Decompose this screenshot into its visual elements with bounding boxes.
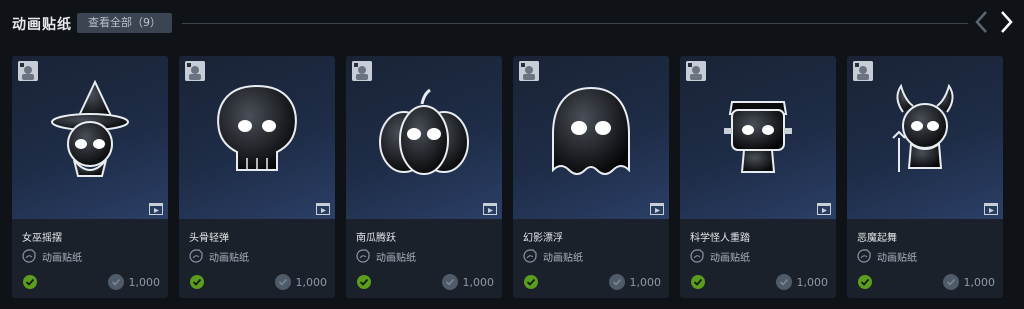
sticker-name: 头骨轻弹: [189, 233, 229, 244]
avatar-badge-icon: [18, 61, 38, 81]
sticker-preview: [847, 56, 1003, 219]
points-coin-icon: [942, 274, 959, 290]
owned-check-icon: [691, 275, 705, 289]
price: 1,000: [942, 274, 996, 290]
sticker-card[interactable]: 头骨轻弹 动画贴纸 1,000: [179, 56, 335, 298]
points-coin-icon: [608, 274, 625, 290]
avatar-badge-icon: [185, 61, 205, 81]
sticker-preview: [179, 56, 335, 219]
avatar-badge-icon: [686, 61, 706, 81]
points-coin-icon: [107, 274, 124, 290]
video-icon: [817, 203, 831, 215]
price: 1,000: [107, 274, 161, 290]
sticker-type-label: 动画贴纸: [710, 252, 750, 264]
sticker-type-label: 动画贴纸: [209, 252, 249, 264]
sticker-type: 动画贴纸: [356, 249, 416, 264]
sticker-preview: [12, 56, 168, 219]
section-title: 动画贴纸: [12, 17, 72, 33]
sticker-preview: [680, 56, 836, 219]
sticker-type-label: 动画贴纸: [376, 252, 416, 264]
sticker-preview: [346, 56, 502, 219]
price-value: 1,000: [796, 275, 829, 289]
price-value: 1,000: [963, 275, 996, 289]
price: 1,000: [608, 274, 662, 290]
devil-sticker-icon: [892, 83, 954, 172]
price: 1,000: [775, 274, 829, 290]
sticker-type: 动画贴纸: [523, 249, 583, 264]
animated-sticker-icon: [690, 249, 704, 263]
price-value: 1,000: [128, 275, 161, 289]
owned-check-icon: [357, 275, 371, 289]
price: 1,000: [441, 274, 495, 290]
avatar-badge-icon: [853, 61, 873, 81]
witch-sticker-icon: [51, 79, 129, 177]
sticker-type-label: 动画贴纸: [42, 252, 82, 264]
price-value: 1,000: [295, 275, 328, 289]
owned-check-icon: [858, 275, 872, 289]
avatar-badge-icon: [519, 61, 539, 81]
sticker-name: 幻影漂浮: [523, 233, 563, 244]
sticker-type-label: 动画贴纸: [877, 252, 917, 264]
chevron-right-icon: [1001, 11, 1013, 33]
view-all-button[interactable]: 查看全部（9）: [77, 13, 172, 33]
price-value: 1,000: [629, 275, 662, 289]
video-icon: [316, 203, 330, 215]
chevron-left-icon: [975, 11, 987, 33]
sticker-preview: [513, 56, 669, 219]
next-page-button[interactable]: [996, 8, 1016, 36]
header-divider: [182, 23, 968, 24]
sticker-name: 科学怪人重踏: [690, 233, 750, 244]
pumpkin-sticker-icon: [379, 88, 469, 175]
owned-check-icon: [23, 275, 37, 289]
sticker-card[interactable]: 女巫摇摆 动画贴纸 1,000: [12, 56, 168, 298]
video-icon: [149, 203, 163, 215]
section-header: 动画贴纸 查看全部（9）: [0, 0, 1024, 46]
animated-sticker-icon: [356, 249, 370, 263]
video-icon: [984, 203, 998, 215]
frankenstein-sticker-icon: [724, 101, 792, 173]
sticker-type: 动画贴纸: [690, 249, 750, 264]
points-coin-icon: [441, 274, 458, 290]
ghost-sticker-icon: [552, 86, 630, 175]
video-icon: [483, 203, 497, 215]
avatar-badge-icon: [352, 61, 372, 81]
previous-page-button[interactable]: [972, 8, 992, 36]
sticker-name: 南瓜腾跃: [356, 233, 396, 244]
sticker-type-label: 动画贴纸: [543, 252, 583, 264]
sticker-name: 女巫摇摆: [22, 233, 62, 244]
sticker-type: 动画贴纸: [22, 249, 82, 264]
sticker-card[interactable]: 科学怪人重踏 动画贴纸 1,000: [680, 56, 836, 298]
animated-sticker-icon: [22, 249, 36, 263]
animated-sticker-icon: [857, 249, 871, 263]
sticker-name: 恶魔起舞: [857, 233, 897, 244]
sticker-type: 动画贴纸: [857, 249, 917, 264]
skull-sticker-icon: [217, 84, 297, 171]
price: 1,000: [274, 274, 328, 290]
points-coin-icon: [775, 274, 792, 290]
animated-sticker-icon: [523, 249, 537, 263]
animated-sticker-icon: [189, 249, 203, 263]
owned-check-icon: [524, 275, 538, 289]
sticker-card[interactable]: 幻影漂浮 动画贴纸 1,000: [513, 56, 669, 298]
video-icon: [650, 203, 664, 215]
sticker-card[interactable]: 恶魔起舞 动画贴纸 1,000: [847, 56, 1003, 298]
points-coin-icon: [274, 274, 291, 290]
owned-check-icon: [190, 275, 204, 289]
sticker-card[interactable]: 南瓜腾跃 动画贴纸 1,000: [346, 56, 502, 298]
price-value: 1,000: [462, 275, 495, 289]
sticker-type: 动画贴纸: [189, 249, 249, 264]
